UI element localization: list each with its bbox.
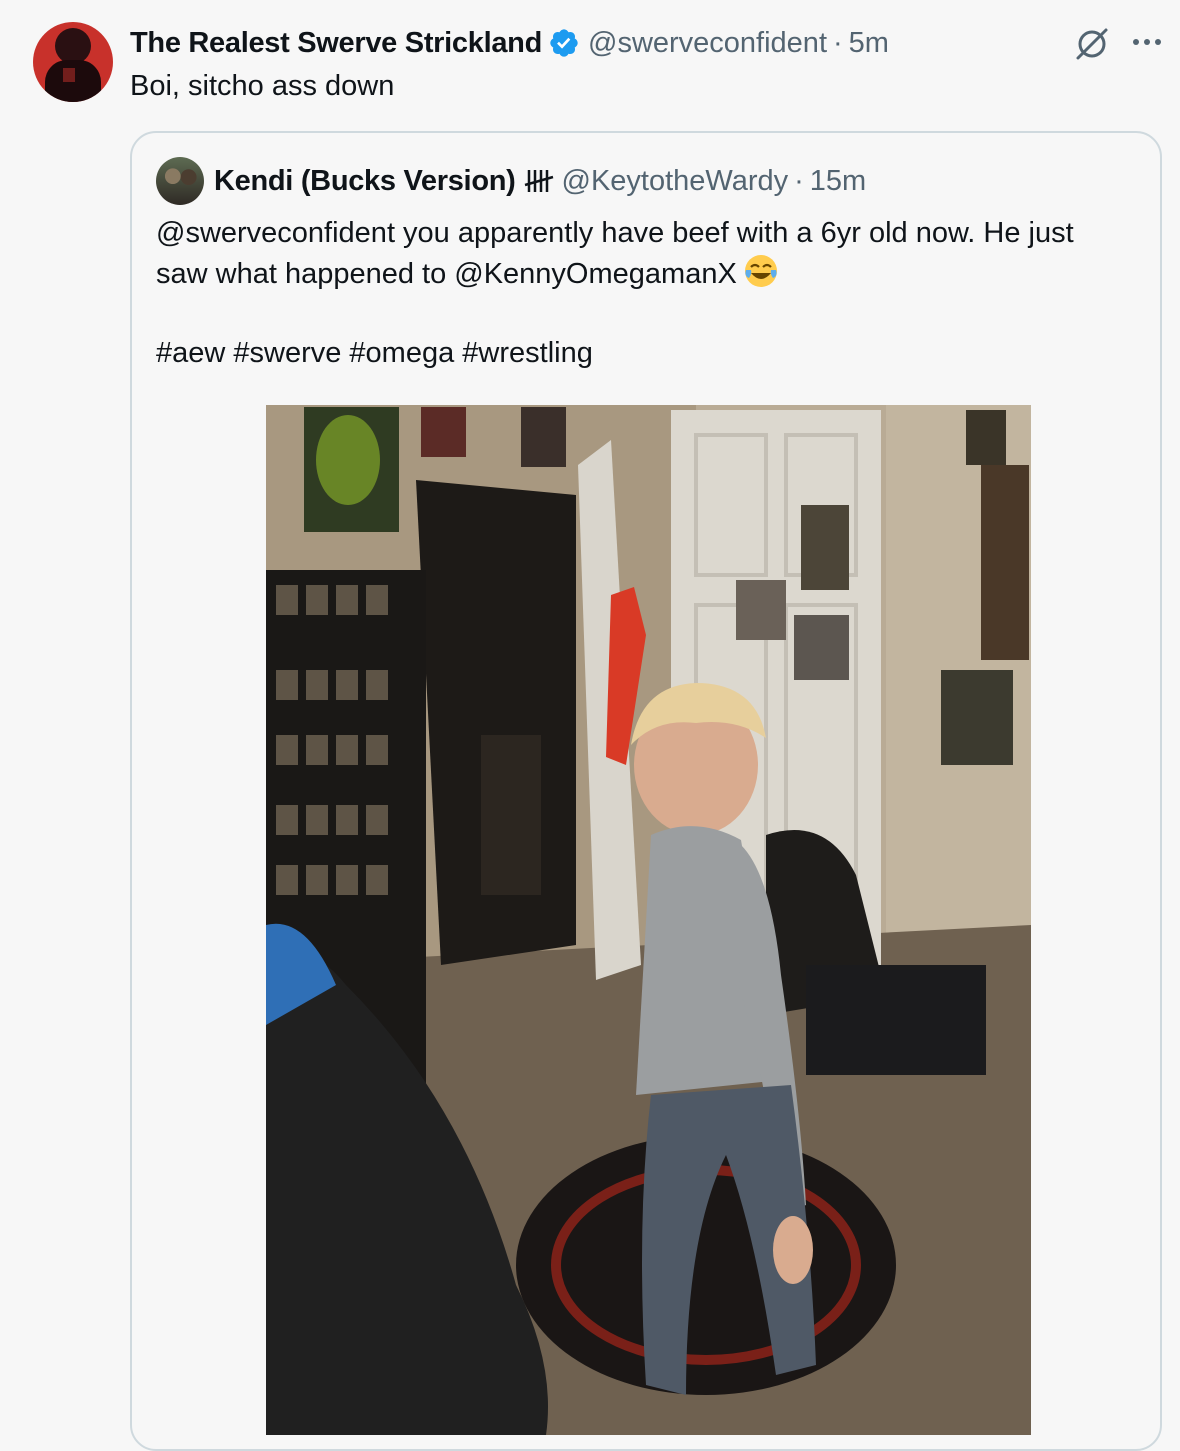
- quoted-tweet-card[interactable]: Kendi (Bucks Version) @KeytotheWardy · 1…: [130, 131, 1162, 1451]
- author-name[interactable]: The Realest Swerve Strickland: [130, 27, 542, 60]
- grok-icon[interactable]: [1072, 24, 1112, 64]
- quoted-author-avatar[interactable]: [156, 157, 204, 205]
- quoted-author-name[interactable]: Kendi (Bucks Version): [214, 165, 516, 198]
- meta-separator: ·: [833, 26, 843, 59]
- quoted-text-line-2: saw what happened to @KennyOmegamanX: [156, 258, 737, 290]
- quoted-tweet-text: @swerveconfident you apparently have bee…: [156, 213, 1146, 294]
- tweet-header: The Realest Swerve Strickland @swervecon…: [130, 24, 889, 62]
- quoted-text-line-1: @swerveconfident you apparently have bee…: [156, 217, 1074, 249]
- quoted-meta-separator: ·: [794, 164, 804, 197]
- quoted-tweet-photo[interactable]: [266, 405, 1031, 1435]
- tally-marks-icon: [524, 170, 553, 192]
- timestamp[interactable]: 5m: [849, 27, 889, 60]
- verified-badge-icon[interactable]: [548, 27, 580, 59]
- author-handle[interactable]: @swerveconfident: [588, 27, 827, 60]
- quoted-hashtags[interactable]: #aew #swerve #omega #wrestling: [156, 333, 593, 373]
- quoted-author-handle[interactable]: @KeytotheWardy: [562, 165, 789, 198]
- quoted-timestamp[interactable]: 15m: [810, 165, 866, 198]
- more-icon[interactable]: [1130, 30, 1164, 54]
- tweet-text: Boi, sitcho ass down: [130, 70, 395, 102]
- quoted-tweet-header: Kendi (Bucks Version) @KeytotheWardy · 1…: [214, 161, 866, 201]
- author-avatar[interactable]: [33, 22, 113, 102]
- face-with-tears-of-joy-icon: [744, 255, 777, 287]
